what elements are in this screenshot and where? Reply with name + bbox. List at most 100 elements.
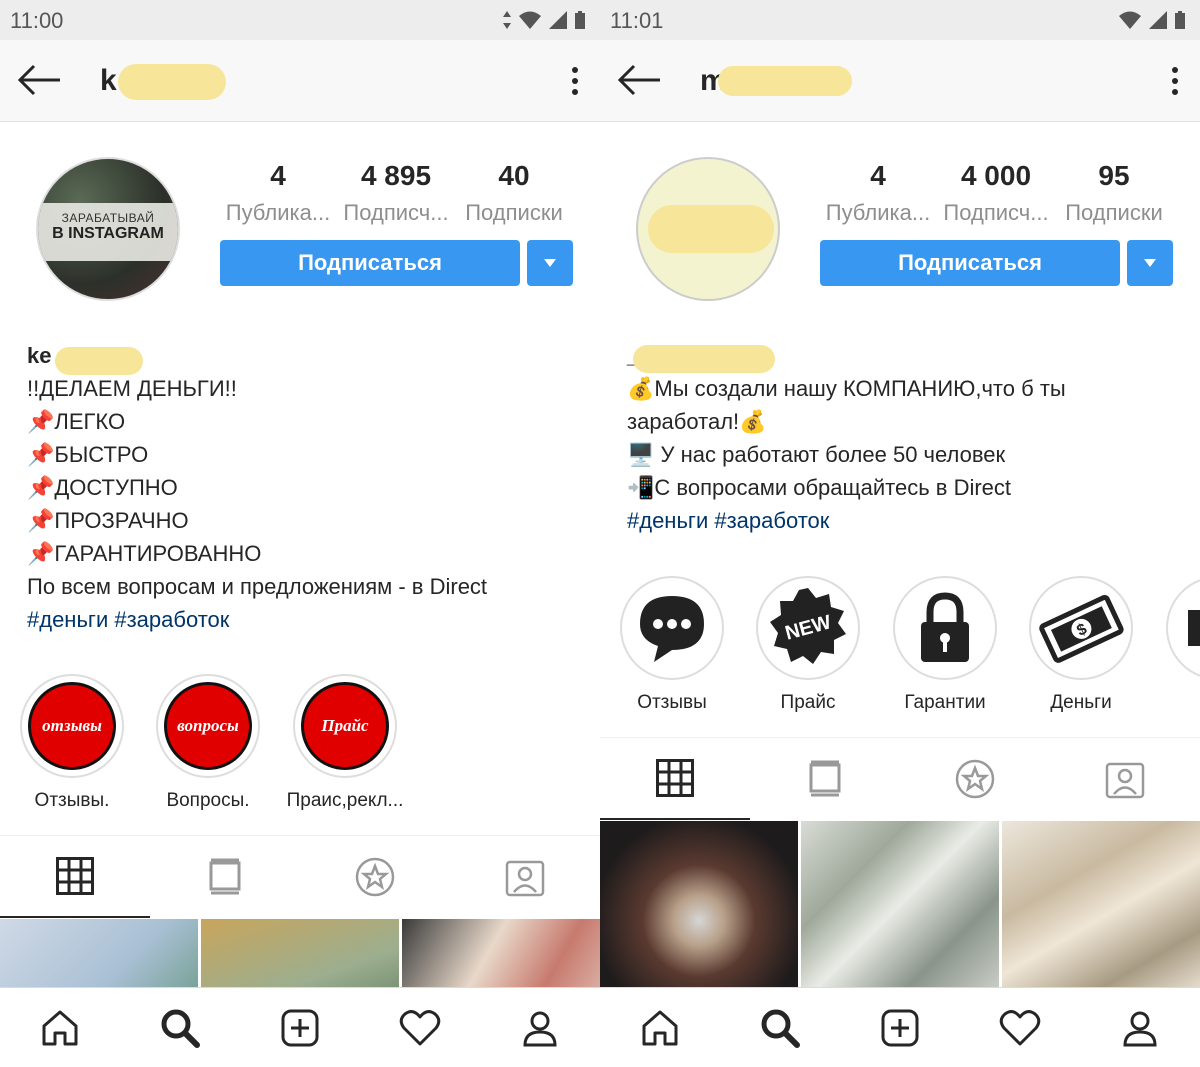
home-icon[interactable] bbox=[630, 998, 690, 1058]
stat-posts-count: 4 bbox=[270, 160, 286, 191]
status-icons bbox=[502, 10, 586, 30]
stat-posts[interactable]: 4 Публика... bbox=[818, 160, 938, 226]
bio-line: 📌ДОСТУПНО bbox=[27, 475, 178, 500]
story-highlight[interactable]: Прайс Праис,рекл... bbox=[280, 674, 410, 812]
highlight-ring bbox=[620, 576, 724, 680]
follow-button[interactable]: Подписаться bbox=[820, 240, 1120, 286]
highlight-label: Праис,рекл... bbox=[286, 790, 404, 811]
star-circle-icon bbox=[955, 759, 995, 799]
stat-posts-label: Публика... bbox=[825, 200, 931, 225]
tab-saved[interactable] bbox=[900, 738, 1050, 820]
stat-followers[interactable]: 4 000 Подписч... bbox=[936, 160, 1056, 226]
story-highlight[interactable]: $ Деньги bbox=[1016, 576, 1146, 714]
highlight-ring: вопросы bbox=[156, 674, 260, 778]
add-post-icon[interactable] bbox=[870, 998, 930, 1058]
bio-line: 🖥️ У нас работают более 50 человек bbox=[627, 442, 1006, 467]
profile-avatar[interactable] bbox=[636, 157, 780, 301]
stat-following-label: Подписки bbox=[1065, 200, 1163, 225]
stat-following[interactable]: 95 Подписки bbox=[1054, 160, 1174, 226]
post-thumbnail[interactable] bbox=[801, 821, 999, 987]
status-bar: 11:01 bbox=[600, 0, 1200, 40]
redaction-blur bbox=[718, 66, 852, 96]
back-arrow-icon[interactable] bbox=[16, 62, 62, 103]
suggestions-dropdown-button[interactable] bbox=[527, 240, 573, 286]
triangle-down-icon bbox=[1144, 259, 1156, 267]
redaction-blur bbox=[648, 205, 774, 253]
bottom-nav bbox=[0, 987, 600, 1067]
heart-icon[interactable] bbox=[990, 998, 1050, 1058]
stat-followers[interactable]: 4 895 Подписч... bbox=[336, 160, 456, 226]
story-highlight[interactable]: О bbox=[1153, 576, 1200, 714]
tab-feed[interactable] bbox=[750, 738, 900, 820]
stat-followers-count: 4 000 bbox=[960, 160, 1032, 191]
wifi-icon bbox=[519, 11, 541, 29]
redaction-blur bbox=[633, 345, 775, 373]
story-highlight[interactable]: Гарантии bbox=[880, 576, 1010, 714]
highlight-label: Деньги bbox=[1050, 692, 1112, 713]
profile-avatar[interactable]: ЗАРАБАТЫВАЙ В INSTAGRAM bbox=[36, 157, 180, 301]
tagged-person-icon bbox=[1105, 762, 1145, 799]
screenshot-pair: 11:00 k ЗАРАБАТЫВАЙ В INSTAGRAM 4 Публик… bbox=[0, 0, 1200, 1067]
highlight-ring: NEW bbox=[756, 576, 860, 680]
more-options-icon[interactable] bbox=[570, 66, 580, 101]
bio-line: 💰Мы создали нашу КОМПАНИЮ,что б ты bbox=[627, 376, 1066, 401]
search-icon[interactable] bbox=[150, 998, 210, 1058]
stat-following-count: 40 bbox=[498, 160, 530, 191]
redaction-blur bbox=[118, 64, 226, 100]
highlight-label: О bbox=[1153, 692, 1200, 714]
highlight-label: Отзывы bbox=[637, 692, 707, 713]
bio-line: 📌ГАРАНТИРОВАННО bbox=[27, 541, 262, 566]
highlight-label: Отзывы. bbox=[34, 790, 110, 811]
tagged-person-icon bbox=[505, 860, 545, 897]
redaction-blur bbox=[55, 347, 143, 375]
stat-following-count: 95 bbox=[1098, 160, 1130, 191]
tab-grid[interactable] bbox=[0, 836, 150, 918]
chat-bubble-icon bbox=[626, 582, 718, 674]
back-arrow-icon[interactable] bbox=[616, 62, 662, 103]
feed-icon bbox=[809, 760, 841, 797]
bio-hashtags[interactable]: #деньги #заработок bbox=[627, 504, 1066, 537]
story-highlight[interactable]: отзывы Отзывы. bbox=[7, 674, 137, 812]
status-time: 11:00 bbox=[10, 8, 64, 33]
padlock-icon bbox=[921, 592, 969, 662]
grid-icon bbox=[656, 759, 694, 797]
post-thumbnail[interactable] bbox=[1002, 821, 1200, 987]
tab-tagged[interactable] bbox=[1050, 738, 1200, 820]
highlight-ring: отзывы bbox=[20, 674, 124, 778]
stat-following[interactable]: 40 Подписки bbox=[454, 160, 574, 226]
wifi-icon bbox=[1119, 11, 1141, 29]
triangle-down-icon bbox=[544, 259, 556, 267]
avatar-overlay: ЗАРАБАТЫВАЙ В INSTAGRAM bbox=[38, 203, 178, 261]
tab-tagged[interactable] bbox=[450, 836, 600, 918]
tab-grid[interactable] bbox=[600, 738, 750, 820]
bottom-nav bbox=[600, 987, 1200, 1067]
stat-posts[interactable]: 4 Публика... bbox=[218, 160, 338, 226]
status-bar: 11:00 bbox=[0, 0, 600, 40]
data-arrows-icon bbox=[503, 11, 511, 29]
stat-followers-label: Подписч... bbox=[943, 200, 1049, 225]
bio-hashtags[interactable]: #деньги #заработок bbox=[27, 603, 487, 636]
more-options-icon[interactable] bbox=[1170, 66, 1180, 101]
tab-feed[interactable] bbox=[150, 836, 300, 918]
profile-icon[interactable] bbox=[510, 998, 570, 1058]
tab-saved[interactable] bbox=[300, 836, 450, 918]
story-highlight[interactable]: NEW Прайс bbox=[743, 576, 873, 714]
profile-tabs bbox=[0, 835, 600, 918]
story-highlight[interactable]: Отзывы bbox=[607, 576, 737, 714]
search-icon[interactable] bbox=[750, 998, 810, 1058]
post-thumbnail[interactable] bbox=[600, 821, 798, 987]
home-icon[interactable] bbox=[30, 998, 90, 1058]
suggestions-dropdown-button[interactable] bbox=[1127, 240, 1173, 286]
add-post-icon[interactable] bbox=[270, 998, 330, 1058]
profile-screen-left: 11:00 k ЗАРАБАТЫВАЙ В INSTAGRAM 4 Публик… bbox=[0, 0, 600, 1067]
story-highlight[interactable]: вопросы Вопросы. bbox=[143, 674, 273, 812]
heart-icon[interactable] bbox=[390, 998, 450, 1058]
bio-line: 📌ПРОЗРАЧНО bbox=[27, 508, 189, 533]
follow-button[interactable]: Подписаться bbox=[220, 240, 520, 286]
signal-icon bbox=[1149, 11, 1167, 29]
highlight-label: Вопросы. bbox=[166, 790, 250, 811]
signal-icon bbox=[549, 11, 567, 29]
profile-icon[interactable] bbox=[1110, 998, 1170, 1058]
grid-icon bbox=[56, 857, 94, 895]
avatar-text-top: ЗАРАБАТЫВАЙ bbox=[61, 211, 155, 225]
